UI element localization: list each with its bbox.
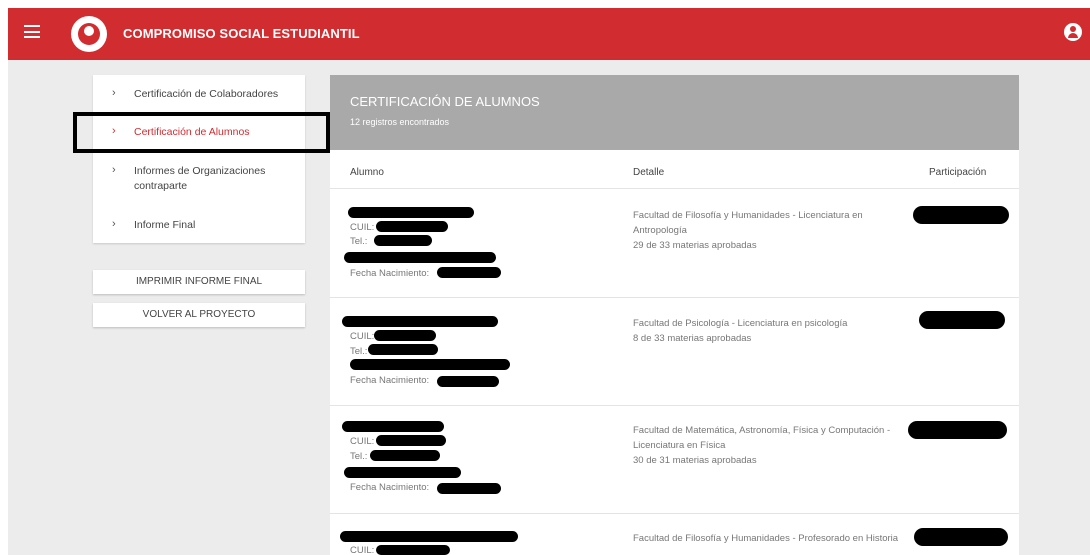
divider xyxy=(330,297,1019,298)
redacted-name xyxy=(348,207,474,218)
cuil-label: CUIL: xyxy=(350,436,375,447)
chevron-right-icon: › xyxy=(112,87,116,99)
side-nav: › Certificación de Colaboradores › Certi… xyxy=(93,75,305,243)
chevron-right-icon: › xyxy=(112,125,116,137)
tel-label: Tel.: xyxy=(350,236,368,247)
birthdate-label: Fecha Nacimiento: xyxy=(350,375,430,386)
redacted-cuil xyxy=(374,330,436,341)
redacted-participation xyxy=(913,206,1009,224)
tel-label: Tel.: xyxy=(350,451,368,462)
detail-text: Facultad de Matemática, Astronomía, Físi… xyxy=(633,425,891,451)
sidebar-item-label: Certificación de Colaboradores xyxy=(134,88,279,100)
sidebar-item-label: Informes de Organizaciones contraparte xyxy=(134,165,266,192)
subjects-approved: 30 de 31 materias aprobadas xyxy=(633,455,757,466)
panel-header: CERTIFICACIÓN DE ALUMNOS 12 registros en… xyxy=(330,75,1019,150)
redacted-birthdate xyxy=(437,376,499,387)
detail-text: Facultad de Psicología - Licenciatura en… xyxy=(633,318,848,329)
print-final-report-button[interactable]: IMPRIMIR INFORME FINAL xyxy=(93,270,305,294)
redacted-birthdate xyxy=(437,483,501,494)
subjects-approved: 29 de 33 materias aprobadas xyxy=(633,240,757,251)
chevron-right-icon: › xyxy=(112,218,116,230)
redacted-cuil xyxy=(376,221,448,232)
subjects-approved: 8 de 33 materias aprobadas xyxy=(633,333,752,344)
column-header-alumno: Alumno xyxy=(350,167,384,178)
divider xyxy=(330,405,1019,406)
redacted-participation xyxy=(908,421,1007,439)
records-count: 12 registros encontrados xyxy=(350,117,450,127)
tel-label: Tel.: xyxy=(350,346,368,357)
redacted-participation xyxy=(914,528,1008,546)
birthdate-label: Fecha Nacimiento: xyxy=(350,482,430,493)
redacted-cuil xyxy=(376,545,450,555)
redacted-email xyxy=(344,467,461,478)
app-title: COMPROMISO SOCIAL ESTUDIANTIL xyxy=(123,26,360,41)
redacted-email xyxy=(344,252,496,263)
redacted-tel xyxy=(368,344,438,355)
column-header-participacion: Participación xyxy=(929,167,987,178)
chevron-right-icon: › xyxy=(112,164,116,176)
cuil-label: CUIL: xyxy=(350,331,375,342)
birthdate-label: Fecha Nacimiento: xyxy=(350,268,430,279)
divider xyxy=(330,188,1019,189)
sidebar-item-label: Certificación de Alumnos xyxy=(134,126,250,138)
redacted-email xyxy=(350,359,510,370)
redacted-name xyxy=(342,316,498,327)
cuil-label: CUIL: xyxy=(350,222,375,233)
sidebar-item-label: Informe Final xyxy=(134,219,196,231)
column-header-detalle: Detalle xyxy=(633,167,665,178)
redacted-name xyxy=(342,421,444,432)
redacted-tel xyxy=(370,450,440,461)
detail-text: Facultad de Filosofía y Humanidades - Li… xyxy=(633,210,863,236)
redacted-birthdate xyxy=(437,267,501,278)
redacted-name xyxy=(340,531,518,542)
divider xyxy=(330,513,1019,514)
panel-title: CERTIFICACIÓN DE ALUMNOS xyxy=(350,94,540,109)
detail-text: Facultad de Filosofía y Humanidades - Pr… xyxy=(633,533,899,544)
user-account-icon[interactable] xyxy=(1064,23,1082,41)
redacted-cuil xyxy=(376,435,446,446)
cuil-label: CUIL: xyxy=(350,545,375,555)
students-certification-panel: CERTIFICACIÓN DE ALUMNOS 12 registros en… xyxy=(330,75,1019,555)
app-header: COMPROMISO SOCIAL ESTUDIANTIL xyxy=(8,8,1090,60)
back-to-project-button[interactable]: VOLVER AL PROYECTO xyxy=(93,303,305,327)
menu-icon[interactable] xyxy=(24,25,40,38)
redacted-participation xyxy=(919,311,1005,329)
redacted-tel xyxy=(374,235,432,246)
logo-icon xyxy=(71,16,107,52)
